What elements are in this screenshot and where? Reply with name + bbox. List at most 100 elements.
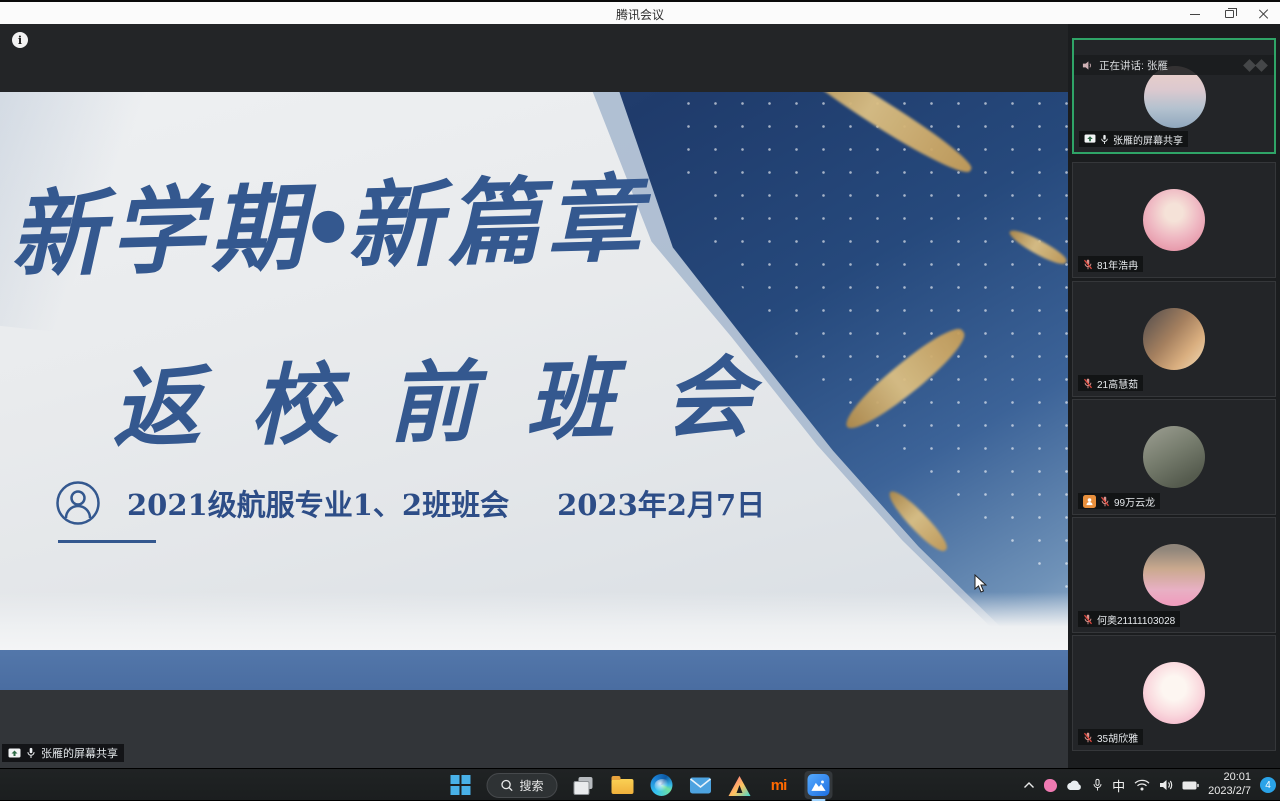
tray-battery[interactable] xyxy=(1182,781,1199,790)
participant-tile-zhangyan[interactable]: 正在讲话: 张雁 张雁的屏幕共享 xyxy=(1072,38,1276,154)
mic-muted-icon xyxy=(1083,732,1093,743)
mic-muted-icon xyxy=(1083,259,1093,270)
taskbar-search-box[interactable]: 搜索 xyxy=(486,773,557,798)
clock-date: 2023/2/7 xyxy=(1208,785,1251,799)
avatar-photo-pink-shirt xyxy=(1143,544,1205,606)
avatar-pink-anime xyxy=(1143,189,1205,251)
taskbar-app-a[interactable] xyxy=(727,772,753,798)
participant-name: 99万云龙 xyxy=(1114,494,1155,509)
speaking-indicator: 正在讲话: 张雁 xyxy=(1074,55,1274,75)
slide-title-part1: 新学期 xyxy=(9,173,312,291)
tray-app-pink[interactable] xyxy=(1044,779,1057,792)
participant-name: 张雁的屏幕共享 xyxy=(1113,132,1183,147)
participant-name-pill: 张雁的屏幕共享 xyxy=(1079,131,1188,147)
chevron-up-icon xyxy=(1023,781,1035,789)
tray-microphone[interactable] xyxy=(1092,778,1103,792)
avatar-photo xyxy=(1143,426,1205,488)
windows-taskbar: 搜索 mi xyxy=(0,768,1280,800)
mic-on-icon xyxy=(1100,134,1109,145)
shared-screen-slide: 新学期●新篇章 返校前班会 2021级航服专业1、2班班会 2023年2月7日 xyxy=(0,92,1068,690)
mic-on-icon xyxy=(26,747,36,759)
cloud-icon xyxy=(1066,780,1083,791)
taskbar-app-windows-stack[interactable] xyxy=(571,772,597,798)
participant-name-pill: 35胡欣雅 xyxy=(1078,729,1143,745)
letter-a-app-icon xyxy=(729,776,751,796)
participant-tile[interactable]: 81年浩冉 xyxy=(1072,162,1276,278)
avatar-sky-clouds xyxy=(1144,66,1206,128)
close-button[interactable] xyxy=(1246,2,1280,26)
tray-volume[interactable] xyxy=(1159,779,1173,791)
close-icon xyxy=(1258,9,1268,19)
window-controls xyxy=(1178,2,1280,26)
taskbar-tencent-meeting-active[interactable] xyxy=(805,771,833,799)
participant-name: 21高慧茹 xyxy=(1097,376,1138,391)
screen-share-icon xyxy=(1084,134,1096,144)
participants-sidebar: 正在讲话: 张雁 张雁的屏幕共享 xyxy=(1068,24,1280,768)
participant-tile[interactable]: 99万云龙 xyxy=(1072,399,1276,515)
participant-name-pill: 21高慧茹 xyxy=(1078,375,1143,391)
search-icon xyxy=(500,779,513,792)
participant-name-pill: 何奥21111103028 xyxy=(1078,611,1180,627)
hidden-icons-button[interactable] xyxy=(1023,781,1035,789)
participant-name: 35胡欣雅 xyxy=(1097,730,1138,745)
slide-title-part2: 新篇章 xyxy=(345,165,648,283)
participant-name: 81年浩冉 xyxy=(1097,257,1138,272)
mic-muted-icon xyxy=(1083,614,1093,625)
tray-wifi[interactable] xyxy=(1134,779,1150,791)
speaker-icon xyxy=(1082,60,1093,71)
folder-icon xyxy=(612,779,634,794)
participant-tile[interactable]: 35胡欣雅 xyxy=(1072,635,1276,751)
person-circle-icon xyxy=(55,480,101,526)
mail-icon xyxy=(690,777,712,794)
notification-count-badge[interactable]: 4 xyxy=(1260,777,1276,793)
avatar-cartoon-girl xyxy=(1143,662,1205,724)
mouse-cursor xyxy=(974,574,987,593)
window-titlebar: 腾讯会议 xyxy=(0,0,1280,24)
stacked-windows-icon xyxy=(574,777,594,794)
participant-tile[interactable]: 21高慧茹 xyxy=(1072,281,1276,397)
meeting-info-button[interactable]: i xyxy=(12,32,28,48)
start-button[interactable] xyxy=(447,772,473,798)
avatar-portrait-photo xyxy=(1143,308,1205,370)
slide-date: 2023年2月7日 xyxy=(557,482,765,524)
microphone-icon xyxy=(1092,778,1103,792)
screen-share-icon xyxy=(8,748,21,759)
taskbar-xiaomi[interactable]: mi xyxy=(766,772,792,798)
slide-subtitle: 2021级航服专业1、2班班会 xyxy=(127,482,509,524)
member-badge-icon xyxy=(1083,495,1096,508)
tencent-meeting-icon xyxy=(808,774,830,796)
maximize-icon xyxy=(1225,10,1234,18)
minimize-icon xyxy=(1190,14,1200,15)
taskbar-center-icons: 搜索 mi xyxy=(447,769,832,801)
speaker-icon xyxy=(1159,779,1173,791)
share-banner-label: 张雁的屏幕共享 xyxy=(41,745,118,761)
screen-share-banner[interactable]: 张雁的屏幕共享 xyxy=(2,744,124,762)
edge-browser-icon xyxy=(651,774,673,796)
slide-subtitle-row: 2021级航服专业1、2班班会 2023年2月7日 xyxy=(55,480,765,526)
search-label: 搜索 xyxy=(519,777,543,794)
tray-onedrive[interactable] xyxy=(1066,780,1083,791)
taskbar-edge[interactable] xyxy=(649,772,675,798)
taskbar-clock[interactable]: 20:01 2023/2/7 xyxy=(1208,771,1251,799)
system-tray: 中 xyxy=(1023,769,1276,801)
window-title: 腾讯会议 xyxy=(0,2,1280,26)
slide-title-line2: 返校前班会 xyxy=(111,326,803,465)
xiaomi-icon: mi xyxy=(771,777,787,794)
maximize-button[interactable] xyxy=(1212,2,1246,26)
battery-icon xyxy=(1182,781,1199,790)
slide-title-line1: 新学期●新篇章 xyxy=(9,167,711,289)
participant-name-pill: 81年浩冉 xyxy=(1078,256,1143,272)
ime-indicator[interactable]: 中 xyxy=(1112,776,1125,795)
taskbar-file-explorer[interactable] xyxy=(610,772,636,798)
minimize-button[interactable] xyxy=(1178,2,1212,26)
speaking-indicator-text: 正在讲话: 张雁 xyxy=(1099,58,1168,73)
slide-white-mist xyxy=(0,592,1068,650)
meeting-window: i 新学期●新篇章 返校前班会 2021级航服专业1、2班班会 2023年2月7 xyxy=(0,24,1280,768)
subtitle-underline xyxy=(58,540,156,543)
mic-muted-icon xyxy=(1100,496,1110,507)
shared-screen-bottom-area xyxy=(0,690,1068,768)
participant-tile[interactable]: 何奥21111103028 xyxy=(1072,517,1276,633)
info-icon: i xyxy=(18,34,22,47)
wifi-icon xyxy=(1134,779,1150,791)
taskbar-mail[interactable] xyxy=(688,772,714,798)
